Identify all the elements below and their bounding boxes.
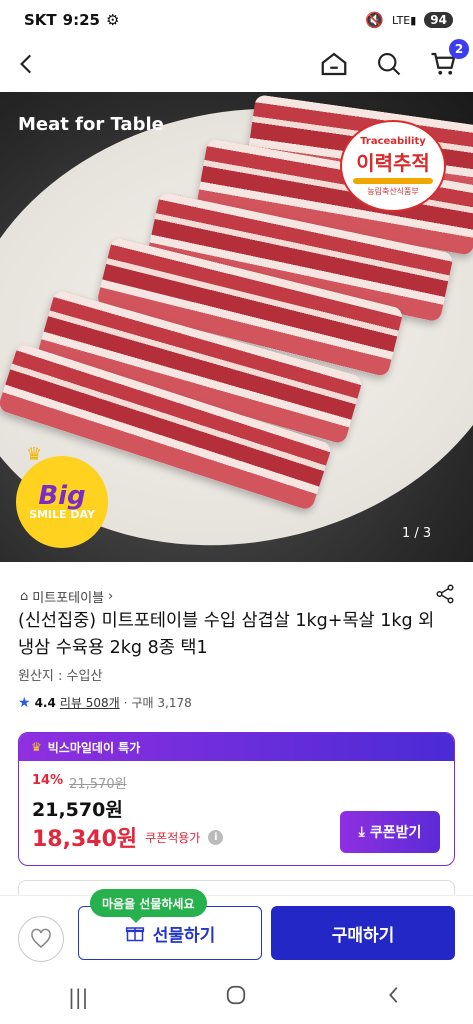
share-icon[interactable] <box>434 583 456 609</box>
home-icon[interactable] <box>319 49 349 83</box>
battery-indicator: 94 <box>424 12 453 28</box>
rating-score: 4.4 <box>34 695 56 710</box>
rating-row: ★ 4.4 리뷰 508개 · 구매 3,178 <box>18 694 192 711</box>
purchase-count: 구매 3,178 <box>131 696 192 710</box>
bottom-action-bar: 선물하기 구매하기 <box>0 895 473 970</box>
info-icon[interactable]: i <box>208 829 224 845</box>
crown-icon: ♛ <box>26 444 43 465</box>
download-icon: ⤓ <box>358 824 365 840</box>
sale-price: 21,570원 <box>32 799 123 821</box>
cart-button[interactable]: 2 <box>429 39 469 83</box>
system-nav-bar: ||| <box>0 970 473 1024</box>
seller-link[interactable]: ⌂ 미트포테이블 › <box>20 587 113 606</box>
cart-count-badge: 2 <box>449 39 469 59</box>
store-icon: ⌂ <box>20 588 29 604</box>
search-icon[interactable] <box>375 50 403 82</box>
origin-info: 원산지 : 수입산 <box>18 669 103 684</box>
mute-icon: 🔇 <box>365 11 384 29</box>
star-icon: ★ <box>18 694 31 711</box>
deal-box: ♛ 빅스마일데이 특가 14% 21,570원 21,570원 18,340원 … <box>18 732 455 866</box>
status-bar: SKT 9:25 ⚙ 🔇 LTE▮ 94 <box>0 0 473 40</box>
product-title: (신선집중) 미트포테이블 수입 삼겹살 1kg+목살 1kg 외 냉삼 수육용… <box>18 611 435 658</box>
gift-tooltip: 마음을 선물하세요 <box>90 889 207 923</box>
brand-logo: Meat for Table <box>18 114 164 135</box>
clock: 9:25 <box>62 11 100 29</box>
app-header: 2 <box>0 39 473 92</box>
heart-icon <box>31 928 51 948</box>
buy-button[interactable]: 구매하기 <box>271 906 455 960</box>
coupon-price-row: 18,340원 쿠폰적용가 i <box>32 821 224 853</box>
gift-icon <box>125 927 144 942</box>
product-image[interactable]: Meat for Table Traceability 이력추적 농림축산식품부… <box>0 92 473 562</box>
coupon-price-label: 쿠폰적용가 <box>145 830 201 845</box>
original-price: 21,570원 <box>69 777 127 792</box>
deal-header: ♛ 빅스마일데이 특가 <box>19 733 454 761</box>
signal-icon: LTE▮ <box>391 13 417 27</box>
crown-icon: ♛ <box>31 740 42 754</box>
seller-row: ⌂ 미트포테이블 › <box>20 583 456 609</box>
carrier: SKT <box>24 11 57 29</box>
back-nav-icon[interactable] <box>383 984 405 1010</box>
coupon-price: 18,340원 <box>32 827 138 852</box>
home-nav-icon[interactable] <box>225 984 247 1010</box>
notification-icon: ⚙ <box>105 11 120 29</box>
big-smile-day-badge: ♛ Big SMILE DAY <box>16 444 108 548</box>
image-pager: 1 / 3 <box>402 526 432 541</box>
traceability-badge: Traceability 이력추적 농림축산식품부 <box>340 120 446 212</box>
recent-apps-icon[interactable]: ||| <box>68 985 88 1009</box>
discount-row: 14% 21,570원 <box>32 773 127 792</box>
wishlist-button[interactable] <box>18 916 64 962</box>
get-coupon-button[interactable]: ⤓ 쿠폰받기 <box>340 811 440 853</box>
review-link[interactable]: 리뷰 508개 <box>60 694 120 711</box>
chevron-right-icon: › <box>108 588 114 604</box>
discount-percent: 14% <box>32 773 64 788</box>
back-icon[interactable] <box>14 51 40 81</box>
